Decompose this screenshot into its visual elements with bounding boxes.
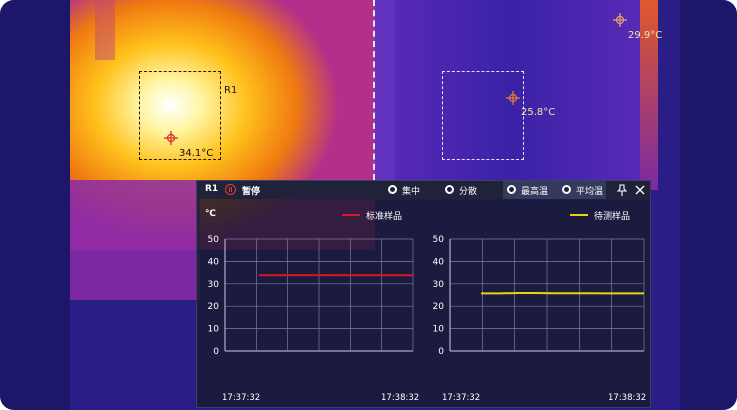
y-tick-label: 30: [433, 280, 445, 290]
y-tick-label: 0: [438, 347, 444, 357]
crosshair-icon: [506, 91, 520, 105]
roi-box-left[interactable]: [139, 71, 221, 160]
y-tick-label: 50: [433, 235, 445, 245]
chart1-x-end: 17:38:32: [381, 393, 420, 403]
roi-label: R1: [224, 85, 238, 96]
thermal-viewer: R1 34.1°C 25.8°C 29.9°C R1 暂停 集中 分散 最高温: [0, 0, 737, 410]
chart1-grid: [224, 238, 414, 352]
y-tick-label: 0: [213, 347, 219, 357]
roi-box-right[interactable]: [442, 71, 524, 160]
crosshair-icon: [164, 131, 178, 145]
chart2-x-end: 17:38:32: [608, 393, 647, 403]
roi-temp-label: 25.8°C: [521, 107, 556, 118]
y-tick-label: 50: [208, 235, 220, 245]
split-divider: [373, 0, 375, 180]
chart2-grid: [449, 238, 645, 352]
y-tick-label: 20: [208, 302, 220, 312]
y-tick-label: 10: [433, 325, 445, 335]
chart2-x-start: 17:37:32: [442, 393, 481, 403]
y-tick-label: 30: [208, 280, 220, 290]
y-tick-label: 20: [433, 302, 445, 312]
y-tick-label: 10: [208, 325, 220, 335]
crosshair-icon: [613, 13, 627, 27]
y-tick-label: 40: [433, 257, 445, 267]
trend-charts: 50 40 30 20 10 0 50 40 30 20 10 0: [208, 235, 645, 357]
max-temp-label: 34.1°C: [179, 148, 214, 159]
chart1-x-start: 17:37:32: [222, 393, 261, 403]
y-tick-label: 40: [208, 257, 220, 267]
temperature-trend-panel: R1 暂停 集中 分散 最高温 平均温 ℃ 标准样品 待测样品 50 40 30 20…: [196, 180, 651, 408]
spot-temp-label: 29.9°C: [628, 30, 663, 41]
